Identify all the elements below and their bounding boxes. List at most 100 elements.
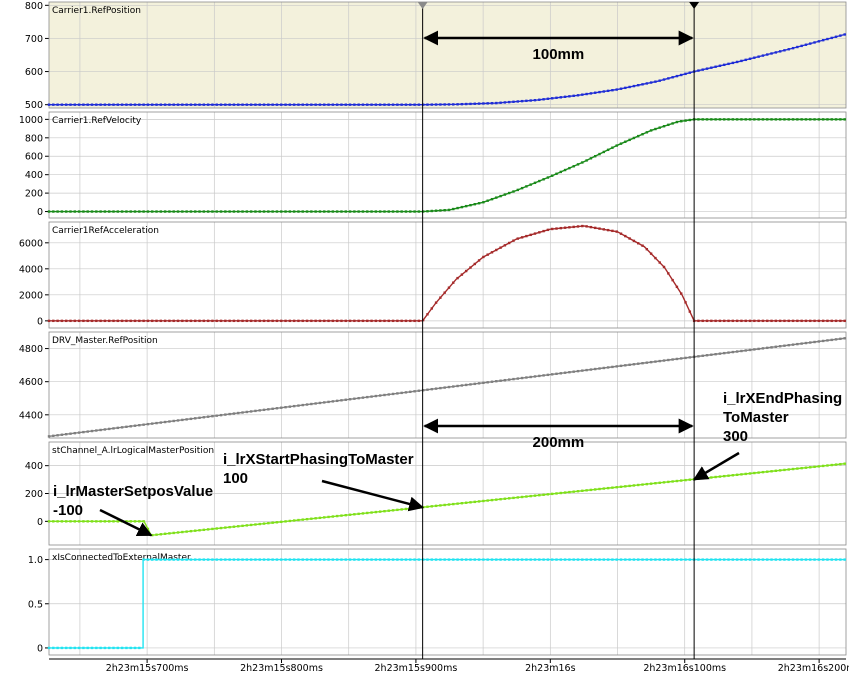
panel-carrier1-refvelocity: 0 200 400 600 800 1000 Carrier1.RefVelocity xyxy=(19,111,847,219)
data-point xyxy=(723,474,726,478)
data-point xyxy=(353,558,356,561)
data-point xyxy=(327,400,330,404)
data-point xyxy=(284,520,287,523)
data-point xyxy=(576,225,580,228)
data-point xyxy=(409,507,412,510)
data-point xyxy=(288,319,292,323)
data-point xyxy=(254,558,257,561)
data-point xyxy=(761,319,765,323)
data-point xyxy=(469,266,472,269)
data-point xyxy=(185,418,188,421)
data-point xyxy=(129,103,132,106)
data-point xyxy=(645,558,649,561)
data-point xyxy=(791,343,795,346)
data-point xyxy=(417,558,421,561)
data-point xyxy=(413,506,416,510)
data-point xyxy=(108,646,111,650)
data-point xyxy=(452,281,455,284)
data-point xyxy=(267,408,270,411)
data-point xyxy=(490,498,494,502)
data-point xyxy=(52,210,55,213)
data-point xyxy=(512,100,515,103)
data-point xyxy=(482,381,485,385)
data-point xyxy=(176,319,180,323)
x-tick-label: 2h23m16s200ms xyxy=(778,663,849,674)
data-point xyxy=(198,416,201,419)
data-point xyxy=(624,364,627,367)
data-point xyxy=(568,558,571,561)
data-point xyxy=(774,345,778,348)
data-point xyxy=(82,646,85,650)
data-point xyxy=(116,646,120,650)
data-point xyxy=(658,261,661,264)
data-point xyxy=(292,103,296,106)
data-point xyxy=(460,102,464,106)
data-point xyxy=(185,558,188,561)
data-point xyxy=(366,319,369,323)
data-point xyxy=(426,505,429,508)
annotation-text: -100 xyxy=(53,502,83,519)
data-point xyxy=(189,417,193,421)
data-point xyxy=(839,34,842,37)
data-point xyxy=(628,558,631,561)
data-point xyxy=(400,210,403,213)
data-point xyxy=(718,118,722,121)
data-point xyxy=(305,558,309,561)
data-point xyxy=(370,319,373,323)
data-point xyxy=(766,53,769,56)
data-point xyxy=(576,490,580,493)
data-point xyxy=(654,360,657,363)
y-tick-label: 200 xyxy=(25,489,43,500)
data-point xyxy=(361,512,365,515)
data-point xyxy=(284,103,287,106)
data-point xyxy=(667,123,670,127)
data-point xyxy=(348,319,352,323)
data-point xyxy=(176,210,180,213)
data-point xyxy=(90,210,94,213)
data-point xyxy=(787,343,790,347)
data-point xyxy=(499,379,502,382)
data-point xyxy=(275,103,279,106)
data-point xyxy=(155,210,158,213)
data-point xyxy=(705,354,709,357)
data-point xyxy=(353,103,356,106)
data-point xyxy=(490,197,494,201)
data-point xyxy=(335,514,339,518)
data-point xyxy=(258,210,261,213)
data-point xyxy=(684,119,687,122)
data-point xyxy=(142,319,145,323)
data-point xyxy=(525,495,528,498)
data-point xyxy=(318,401,322,405)
data-point xyxy=(783,49,786,52)
data-point xyxy=(138,646,141,650)
data-point xyxy=(60,210,64,213)
data-point xyxy=(486,558,489,561)
data-point xyxy=(370,103,373,106)
data-point xyxy=(718,475,722,478)
data-point xyxy=(146,210,150,213)
data-point xyxy=(611,89,614,92)
data-point xyxy=(503,497,507,500)
data-point xyxy=(258,522,261,526)
data-point xyxy=(387,103,390,106)
data-point xyxy=(404,558,408,561)
data-point xyxy=(241,319,244,323)
data-point xyxy=(211,210,214,213)
data-point xyxy=(262,408,266,412)
data-point xyxy=(232,412,236,415)
data-point xyxy=(796,467,799,470)
data-point xyxy=(120,646,124,650)
data-point xyxy=(740,118,743,121)
data-point xyxy=(594,558,597,561)
data-point xyxy=(460,502,464,505)
data-point xyxy=(176,103,180,106)
data-point xyxy=(142,558,145,561)
data-point xyxy=(417,319,421,323)
data-point xyxy=(658,126,661,129)
data-point xyxy=(258,409,261,412)
data-point xyxy=(783,319,786,323)
data-point xyxy=(327,319,330,323)
series-name: Carrier1.RefVelocity xyxy=(52,116,142,126)
series-name: Carrier1.RefPosition xyxy=(52,6,141,16)
data-point xyxy=(727,319,730,323)
